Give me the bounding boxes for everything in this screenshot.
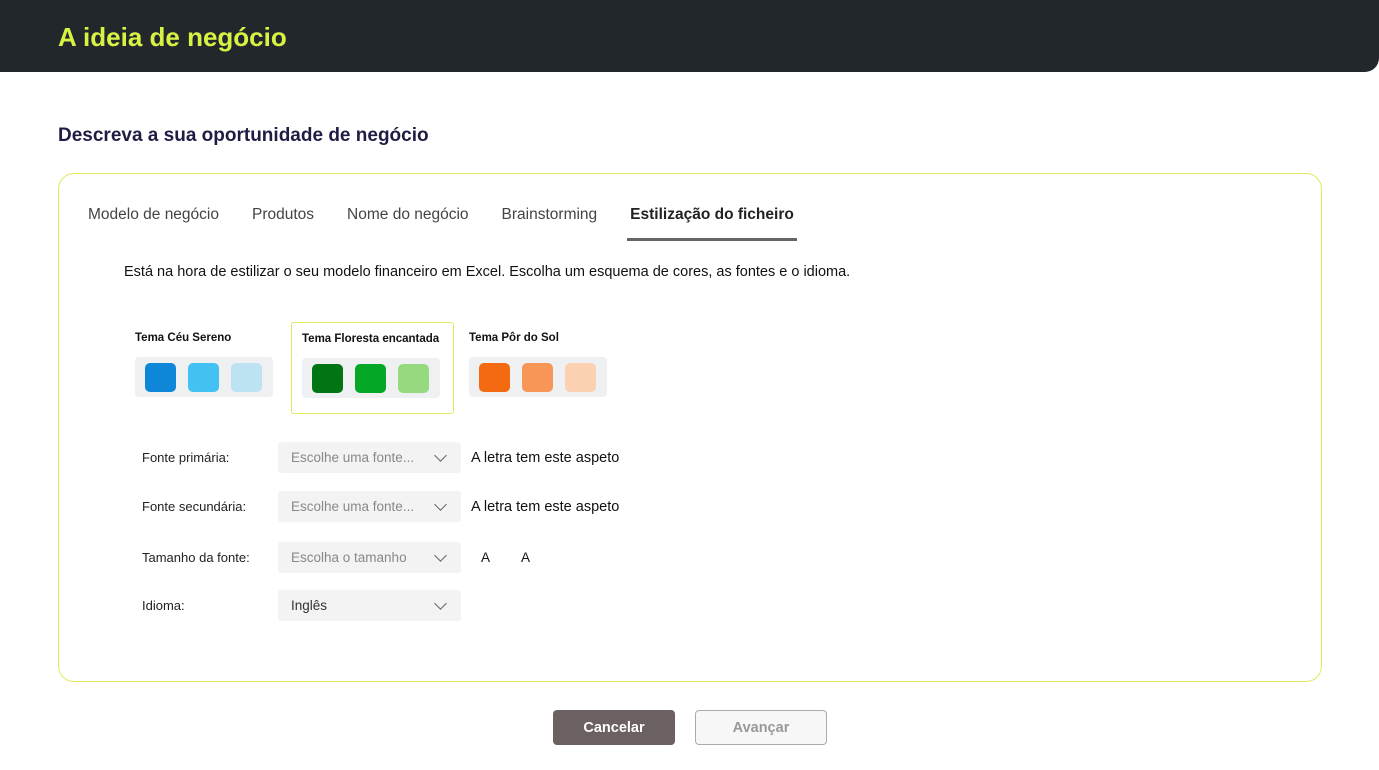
secondary-font-preview: A letra tem este aspeto: [471, 498, 620, 515]
font-size-label: Tamanho da fonte:: [142, 550, 250, 565]
font-size-preview-small: A: [481, 550, 491, 565]
tab-business-model[interactable]: Modelo de negócio: [88, 206, 219, 241]
swatch: [188, 363, 219, 392]
color-swatches: [135, 357, 273, 397]
tab-products[interactable]: Produtos: [252, 206, 314, 241]
next-button[interactable]: Avançar: [695, 710, 827, 745]
select-value: Inglês: [291, 598, 328, 613]
language-select[interactable]: Inglês: [278, 590, 461, 621]
select-placeholder: Escolhe uma fonte...: [291, 499, 415, 514]
theme-label: Tema Pôr do Sol: [469, 332, 559, 344]
font-size-select[interactable]: Escolha o tamanho: [278, 542, 461, 573]
secondary-font-row: Fonte secundária: Escolhe uma fonte... A…: [142, 491, 619, 522]
swatch: [398, 364, 429, 393]
select-placeholder: Escolhe uma fonte...: [291, 450, 415, 465]
cancel-button[interactable]: Cancelar: [553, 710, 675, 745]
theme-sunset[interactable]: Tema Pôr do Sol: [459, 322, 622, 414]
tab-bar: Modelo de negócio Produtos Nome do negóc…: [88, 206, 830, 241]
theme-label: Tema Floresta encantada: [302, 333, 440, 345]
swatch: [479, 363, 510, 392]
chevron-down-icon: [434, 497, 447, 511]
secondary-font-label: Fonte secundária:: [142, 499, 247, 514]
page-subtitle: Descreva a sua oportunidade de negócio: [58, 125, 429, 146]
intro-text: Está na hora de estilizar o seu modelo f…: [124, 264, 851, 280]
chevron-down-icon: [434, 448, 447, 462]
select-placeholder: Escolha o tamanho: [291, 550, 407, 565]
theme-serene-sky[interactable]: Tema Céu Sereno: [125, 322, 288, 414]
theme-label: Tema Céu Sereno: [135, 332, 232, 344]
app-title: A ideia de negócio: [58, 22, 287, 52]
color-swatches: [469, 357, 607, 397]
app-header: A ideia de negócio: [0, 0, 1379, 72]
primary-font-row: Fonte primária: Escolhe uma fonte... A l…: [142, 442, 619, 473]
tab-brainstorming[interactable]: Brainstorming: [502, 206, 598, 241]
chevron-down-icon: [434, 596, 447, 610]
language-label: Idioma:: [142, 598, 185, 613]
color-swatches: [302, 358, 440, 398]
swatch: [565, 363, 596, 392]
primary-font-label: Fonte primária:: [142, 450, 230, 465]
swatch: [231, 363, 262, 392]
swatch: [145, 363, 176, 392]
swatch: [522, 363, 553, 392]
tab-business-name[interactable]: Nome do negócio: [347, 206, 469, 241]
font-size-preview-large: A: [521, 550, 531, 565]
swatch: [355, 364, 386, 393]
swatch: [312, 364, 343, 393]
primary-font-select[interactable]: Escolhe uma fonte...: [278, 442, 461, 473]
chevron-down-icon: [434, 548, 447, 562]
styling-card: Modelo de negócio Produtos Nome do negóc…: [58, 173, 1322, 682]
tab-file-styling[interactable]: Estilização do ficheiro: [627, 206, 797, 241]
secondary-font-select[interactable]: Escolhe uma fonte...: [278, 491, 461, 522]
language-row: Idioma: Inglês: [142, 590, 461, 621]
font-size-row: Tamanho da fonte: Escolha o tamanho A A: [142, 542, 530, 573]
primary-font-preview: A letra tem este aspeto: [471, 449, 620, 466]
theme-enchanted-forest[interactable]: Tema Floresta encantada: [291, 322, 454, 414]
